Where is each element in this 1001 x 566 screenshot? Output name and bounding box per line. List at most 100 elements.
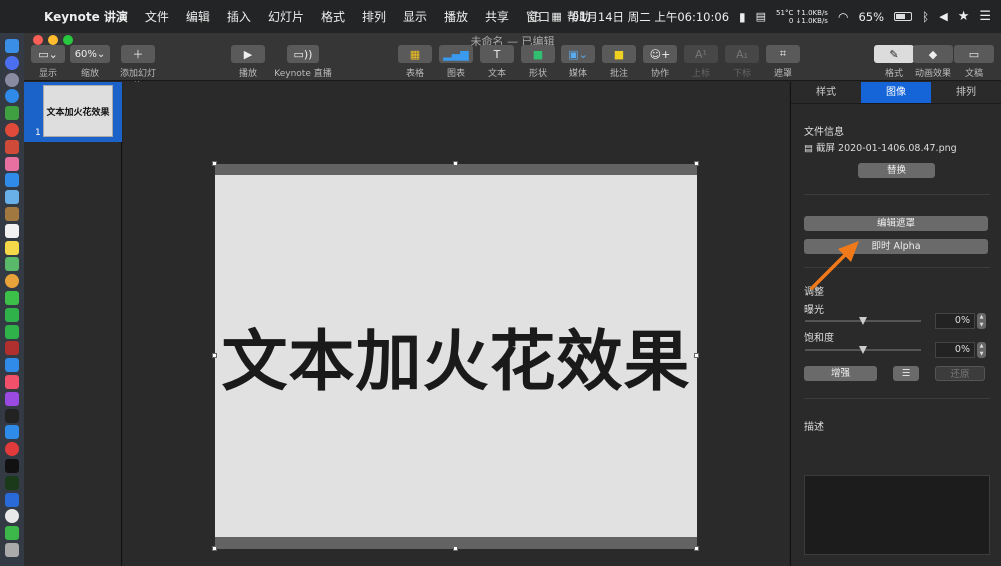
wifi-icon[interactable]: ◠ xyxy=(838,10,848,24)
chart-button[interactable]: ▂▄▆ 图表 xyxy=(439,45,473,79)
resize-handle-mr[interactable] xyxy=(694,353,699,358)
shape-button[interactable]: ■ 形状 xyxy=(521,45,555,79)
volume-icon[interactable]: ◀ xyxy=(939,10,947,23)
saturation-value[interactable]: 0% xyxy=(935,342,975,358)
facetime-icon[interactable] xyxy=(5,324,19,339)
zoom-button[interactable]: 60% ⌄ 缩放 xyxy=(70,45,110,79)
calendar-app-icon[interactable] xyxy=(5,223,19,238)
appstore2-icon[interactable] xyxy=(5,425,19,440)
menu-app[interactable]: Keynote 讲演 xyxy=(44,8,128,25)
bookmark-icon[interactable]: ▮ xyxy=(739,10,746,24)
mask-button[interactable]: ⌗ 遮罩 xyxy=(766,45,800,79)
toolbar: 未命名 — 已编辑 ▭⌄ 显示 60%⌄ 缩放 ＋ 添加幻灯片 ▶ 播放 ▭))… xyxy=(24,33,1001,92)
resize-handle-tm[interactable] xyxy=(453,161,458,166)
book-icon[interactable] xyxy=(5,206,19,221)
exposure-stepper[interactable]: ▲ ▼ xyxy=(977,313,986,329)
yandex-icon[interactable] xyxy=(5,509,19,524)
bluetooth-icon[interactable]: ᛒ xyxy=(922,10,929,24)
vpn-icon[interactable] xyxy=(5,492,19,507)
resize-handle-tl[interactable] xyxy=(212,161,217,166)
wechat-icon[interactable] xyxy=(5,307,19,322)
launchpad-icon[interactable] xyxy=(5,72,19,87)
text-button[interactable]: T 文本 xyxy=(480,45,514,79)
menu-format[interactable]: 格式 xyxy=(321,8,345,25)
animate-button[interactable]: ◆ 动画效果 xyxy=(913,45,953,79)
menu-play[interactable]: 播放 xyxy=(444,8,468,25)
menu-share[interactable]: 共享 xyxy=(485,8,509,25)
menu-edit[interactable]: 编辑 xyxy=(186,8,210,25)
siri-icon[interactable] xyxy=(5,55,19,70)
podcasts-icon[interactable] xyxy=(5,391,19,406)
list-icon[interactable]: ☰ xyxy=(979,9,991,24)
android-icon[interactable] xyxy=(5,106,19,121)
finder-icon[interactable] xyxy=(5,39,19,53)
activity-monitor-icon[interactable] xyxy=(5,475,19,490)
clock-icon[interactable]: ◷ xyxy=(530,9,541,24)
collaborate-button[interactable]: ☺+ 协作 xyxy=(643,45,677,79)
resize-handle-bm[interactable] xyxy=(453,546,458,551)
selected-image[interactable]: 文本加火花效果 xyxy=(215,164,697,549)
music-icon[interactable] xyxy=(5,374,19,389)
resize-handle-tr[interactable] xyxy=(694,161,699,166)
tab-image[interactable]: 图像 xyxy=(861,82,931,103)
system-monitor[interactable]: 51°C ↑1.0KB/s 0 ↓1.0KB/s xyxy=(776,9,828,25)
comment-button[interactable]: ■ 批注 xyxy=(602,45,636,79)
description-field[interactable] xyxy=(804,475,990,555)
resize-handle-bl[interactable] xyxy=(212,546,217,551)
resize-handle-ml[interactable] xyxy=(212,353,217,358)
saturation-slider[interactable] xyxy=(805,346,921,354)
subscript-button[interactable]: A₁ 下标 xyxy=(725,45,759,79)
menu-view[interactable]: 显示 xyxy=(403,8,427,25)
vivaldi-icon[interactable] xyxy=(5,442,19,457)
revert-button[interactable]: 还原 xyxy=(935,366,985,381)
maps-icon[interactable] xyxy=(5,257,19,272)
media-button[interactable]: ▣⌄ 媒体 xyxy=(561,45,595,79)
star-icon[interactable]: ★ xyxy=(958,9,970,24)
chip-icon[interactable]: ▤ xyxy=(756,10,766,23)
saturation-stepper[interactable]: ▲ ▼ xyxy=(977,342,986,358)
calendar-icon[interactable]: ▦ xyxy=(551,10,561,23)
messages-icon[interactable] xyxy=(5,290,19,305)
edit-mask-button[interactable]: 编辑遮罩 xyxy=(804,216,988,231)
exposure-slider[interactable] xyxy=(805,317,921,325)
preview-icon[interactable] xyxy=(5,190,19,205)
tab-arrange[interactable]: 排列 xyxy=(931,82,1001,103)
exposure-value[interactable]: 0% xyxy=(935,313,975,329)
notes-icon[interactable] xyxy=(5,240,19,255)
keynote-live-button[interactable]: ▭)) Keynote 直播 xyxy=(271,45,335,79)
app-store-icon[interactable] xyxy=(5,173,19,188)
menu-arrange[interactable]: 排列 xyxy=(362,8,386,25)
replace-button[interactable]: 替换 xyxy=(858,163,935,178)
battery-icon[interactable] xyxy=(894,12,913,21)
app-icon-red[interactable] xyxy=(5,139,19,154)
resize-handle-br[interactable] xyxy=(694,546,699,551)
enhance-button[interactable]: 增强 xyxy=(804,366,877,381)
menu-file[interactable]: 文件 xyxy=(145,8,169,25)
menu-slide[interactable]: 幻灯片 xyxy=(268,8,304,25)
slider-knob[interactable] xyxy=(859,346,867,354)
trash-icon[interactable] xyxy=(5,542,19,557)
slide-thumbnail-selected[interactable]: 文本加火花效果 1 xyxy=(24,82,122,142)
menu-insert[interactable]: 插入 xyxy=(227,8,251,25)
subscript-label: 下标 xyxy=(732,69,751,79)
play-button[interactable]: ▶ 播放 xyxy=(231,45,265,79)
photo-booth-icon[interactable] xyxy=(5,341,19,356)
table-button[interactable]: ▦ 表格 xyxy=(398,45,432,79)
slide-thumbnail[interactable]: 文本加火花效果 xyxy=(43,85,113,137)
document-button[interactable]: ▭ 文稿 xyxy=(954,45,994,79)
chrome-icon[interactable] xyxy=(5,122,19,137)
levels-button[interactable]: ☰ xyxy=(893,366,919,381)
keynote-icon[interactable] xyxy=(5,358,19,373)
slider-knob[interactable] xyxy=(859,317,867,325)
tab-style[interactable]: 样式 xyxy=(791,82,861,103)
wechat2-icon[interactable] xyxy=(5,526,19,541)
terminal-icon[interactable] xyxy=(5,458,19,473)
safari-icon[interactable] xyxy=(5,89,19,104)
superscript-button[interactable]: A¹ 上标 xyxy=(684,45,718,79)
appletv-icon[interactable] xyxy=(5,408,19,423)
app-icon-pink[interactable] xyxy=(5,156,19,171)
view-button[interactable]: ▭⌄ 显示 xyxy=(31,45,65,79)
datetime[interactable]: 01月14日 周二 上午06:10:06 xyxy=(572,9,729,25)
photos-icon[interactable] xyxy=(5,274,19,289)
format-button[interactable]: ✎ 格式 xyxy=(874,45,914,79)
